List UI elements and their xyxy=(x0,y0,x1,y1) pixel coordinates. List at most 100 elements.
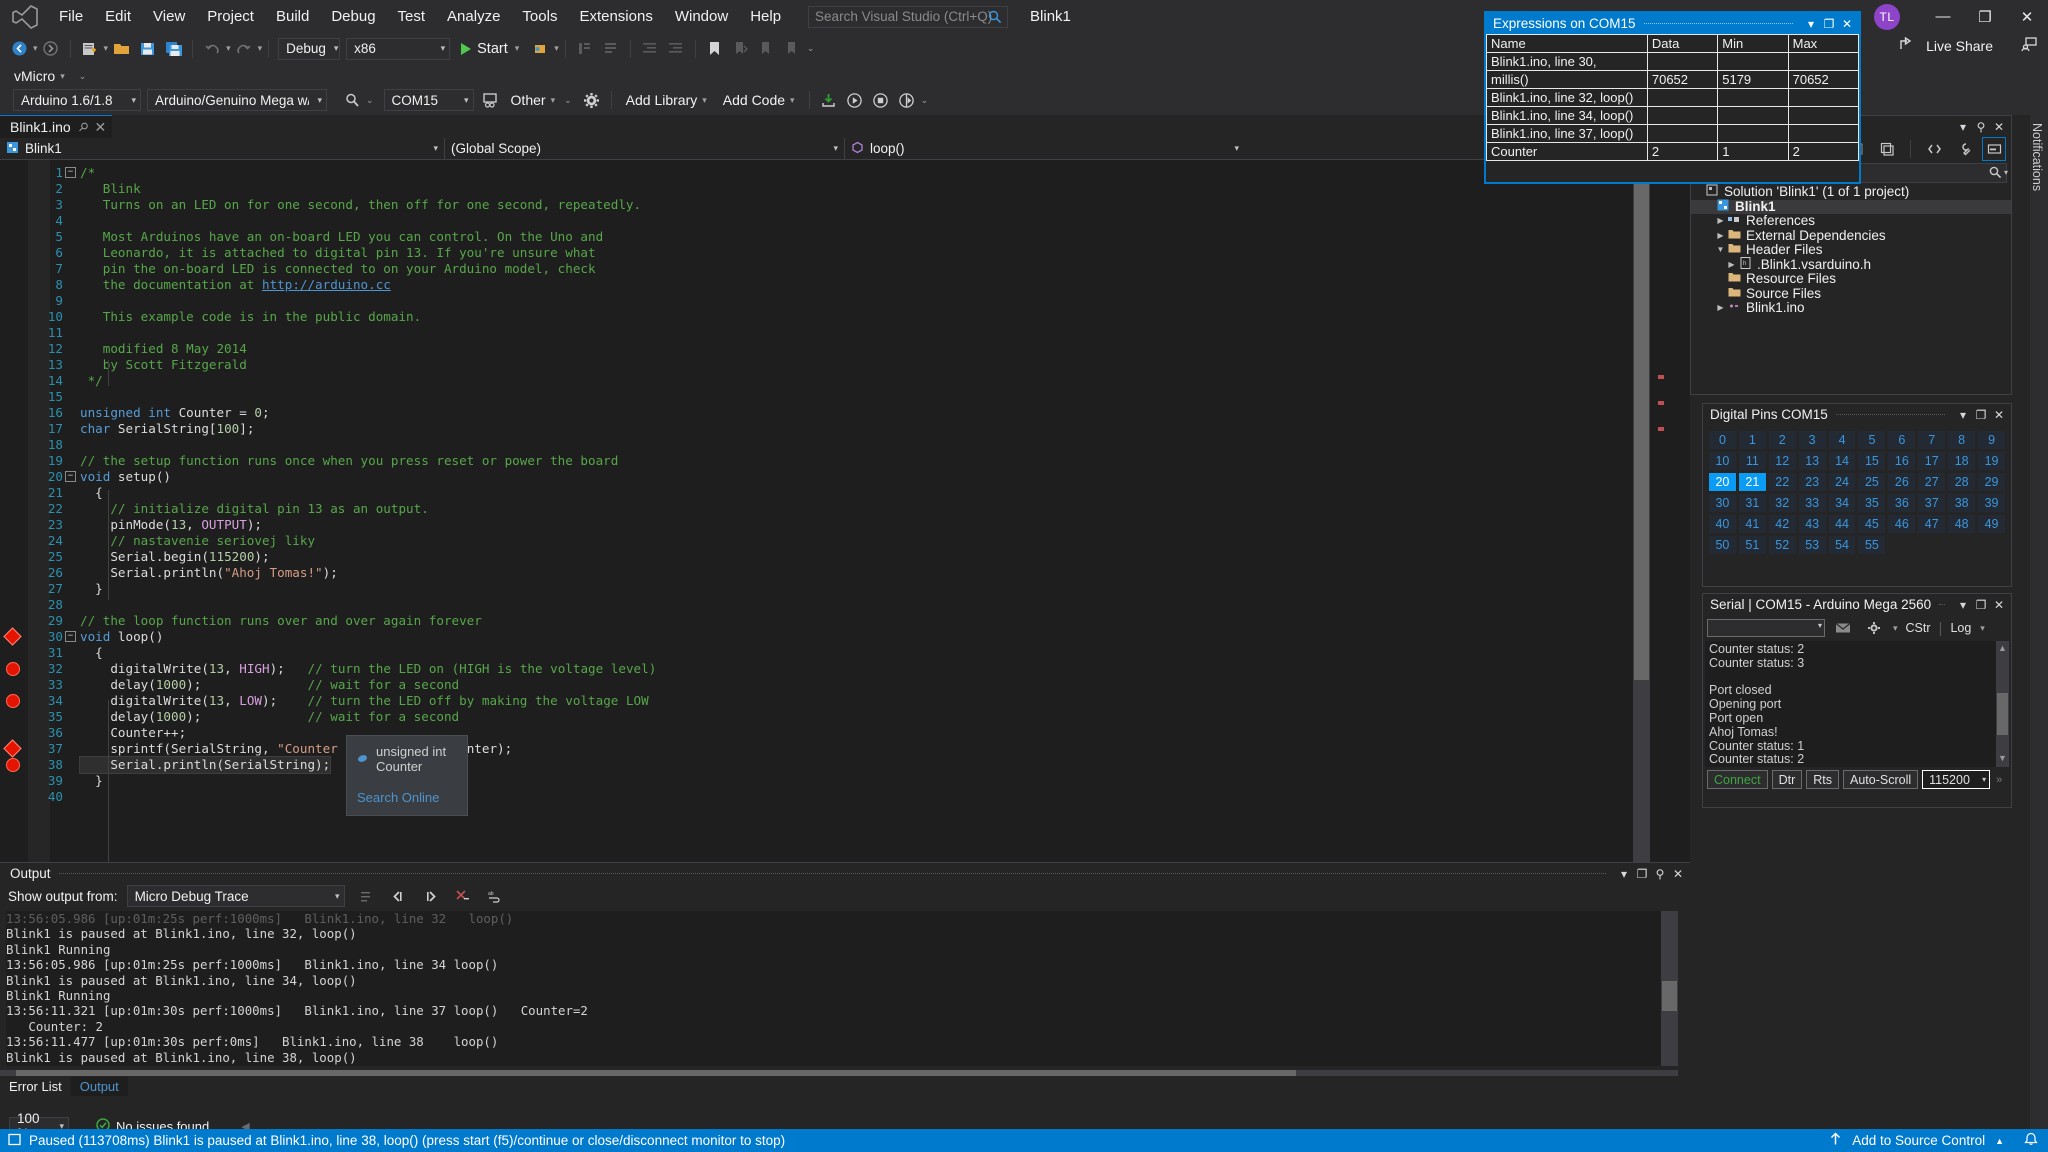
menu-item-view[interactable]: View xyxy=(142,4,196,29)
solution-configuration-combo[interactable]: Debug ▾ xyxy=(278,37,341,60)
code-line[interactable]: 25 Serial.begin(115200); xyxy=(0,549,1650,565)
close-icon[interactable]: ✕ xyxy=(95,119,107,136)
digital-pin[interactable]: 34 xyxy=(1828,494,1856,512)
code-line[interactable]: 11 xyxy=(0,325,1650,341)
digital-pin[interactable]: 43 xyxy=(1798,515,1826,533)
expressions-column-header[interactable]: Max xyxy=(1787,34,1860,53)
digital-pin[interactable]: 39 xyxy=(1978,494,2005,512)
solution-explorer-node[interactable]: ▶ External Dependencies xyxy=(1691,228,2011,244)
code-line[interactable]: 3 Turns on an LED on for one second, the… xyxy=(0,197,1650,213)
float-icon[interactable]: ❐ xyxy=(1634,867,1650,881)
digital-pin[interactable]: 16 xyxy=(1888,452,1916,470)
output-source-combo[interactable]: Micro Debug Trace ▾ xyxy=(126,885,345,907)
chevron-down-icon[interactable]: ▾ xyxy=(2004,168,2008,177)
digital-pin[interactable]: 14 xyxy=(1828,452,1856,470)
menu-item-test[interactable]: Test xyxy=(387,4,437,29)
digital-pin[interactable]: 24 xyxy=(1828,473,1856,491)
maximize-icon[interactable]: ❐ xyxy=(1821,17,1837,31)
code-line[interactable]: 35 delay(1000); // wait for a second xyxy=(0,709,1650,725)
code-line[interactable]: 28 xyxy=(0,597,1650,613)
digital-pin[interactable]: 4 xyxy=(1828,431,1856,449)
code-line[interactable]: 21 { xyxy=(0,485,1650,501)
breakpoint-icon[interactable] xyxy=(6,694,20,708)
close-icon[interactable]: ✕ xyxy=(1991,120,2007,134)
close-icon[interactable]: ✕ xyxy=(1670,867,1686,881)
close-button[interactable]: ✕ xyxy=(2006,0,2048,33)
go-to-previous-message-icon[interactable] xyxy=(387,884,411,908)
expressions-column-header[interactable]: Data xyxy=(1646,34,1719,53)
bookmark-clear-icon[interactable] xyxy=(781,37,805,61)
chevron-right-icon[interactable]: ▶ xyxy=(1726,258,1737,273)
new-project-dropdown-icon[interactable]: ▾ xyxy=(104,43,109,54)
menu-item-window[interactable]: Window xyxy=(664,4,739,29)
digital-pin[interactable]: 33 xyxy=(1798,494,1826,512)
solution-explorer-node[interactable]: ▶ Blink1.ino xyxy=(1691,300,2011,316)
board-search-overflow-icon[interactable]: ⌄ xyxy=(366,95,374,106)
digital-pin[interactable]: 47 xyxy=(1918,515,1946,533)
digital-pin[interactable]: 45 xyxy=(1858,515,1886,533)
step-out-icon[interactable] xyxy=(573,37,597,61)
live-share-label[interactable]: Live Share xyxy=(1926,38,1993,54)
menu-item-debug[interactable]: Debug xyxy=(320,4,386,29)
menu-item-build[interactable]: Build xyxy=(265,4,320,29)
auto-scroll-button[interactable]: Auto-Scroll xyxy=(1842,770,1919,789)
expressions-row[interactable]: millis() 70652 5179 70652 xyxy=(1486,70,1860,89)
code-line[interactable]: 32 digitalWrite(13, HIGH); // turn the L… xyxy=(0,661,1650,677)
start-dropdown-icon[interactable]: ▾ xyxy=(515,43,520,54)
code-line[interactable]: 37 sprintf(SerialString, "Counter status… xyxy=(0,741,1650,757)
code-line[interactable]: 12 modified 8 May 2014 xyxy=(0,341,1650,357)
send-icon[interactable] xyxy=(1831,616,1855,640)
digital-pin[interactable]: 20 xyxy=(1709,473,1736,491)
code-editor[interactable]: 1−/* 2 Blink 3 Turns on an LED on for one … xyxy=(0,160,1690,862)
code-line[interactable]: 2 Blink xyxy=(0,181,1650,197)
code-line[interactable]: 16 unsigned int Counter = 0; xyxy=(0,405,1650,421)
solution-explorer-node[interactable]: ▶ h .Blink1.vsarduino.h xyxy=(1691,256,2011,273)
digital-pin[interactable]: 32 xyxy=(1768,494,1796,512)
toggle-word-wrap-icon[interactable]: ab xyxy=(483,884,507,908)
gear-icon[interactable] xyxy=(580,88,604,112)
code-line[interactable]: 18 xyxy=(0,437,1650,453)
baud-rate-combo[interactable]: 115200 ▾ xyxy=(1922,770,1991,789)
navigate-backward-icon[interactable] xyxy=(7,37,31,61)
digital-pin[interactable]: 51 xyxy=(1738,536,1766,554)
start-debug-button[interactable]: Start ▾ xyxy=(453,37,527,61)
serial-settings-gear-icon[interactable] xyxy=(1862,616,1886,640)
chevron-up-icon[interactable]: ▲ xyxy=(1995,1136,2004,1146)
fold-toggle-icon[interactable]: − xyxy=(65,167,76,178)
digital-pin[interactable]: 1 xyxy=(1738,431,1766,449)
digital-pin[interactable]: 18 xyxy=(1948,452,1976,470)
code-line[interactable]: 4 xyxy=(0,213,1650,229)
expressions-title-bar[interactable]: Expressions on COM15 ▾ ❐ ✕ xyxy=(1486,13,1859,34)
menu-item-edit[interactable]: Edit xyxy=(94,4,142,29)
code-line[interactable]: 24 // nastavenie seriovej liky xyxy=(0,533,1650,549)
editor-vertical-scrollbar[interactable] xyxy=(1633,160,1650,862)
properties-icon[interactable] xyxy=(1952,137,1976,161)
minimize-button[interactable]: — xyxy=(1922,0,1964,33)
digital-pin[interactable]: 11 xyxy=(1738,452,1766,470)
digital-pin[interactable]: 17 xyxy=(1918,452,1946,470)
pin-icon[interactable]: ⚲ xyxy=(1973,120,1989,134)
other-overflow-icon[interactable]: ⌄ xyxy=(564,95,572,106)
code-lines-container[interactable]: 1−/* 2 Blink 3 Turns on an LED on for one … xyxy=(0,165,1650,805)
chevron-down-icon[interactable]: ▾ xyxy=(1955,120,1971,134)
document-tab-blink1[interactable]: Blink1.ino ⚲ ✕ xyxy=(0,115,113,138)
code-line[interactable]: 31 { xyxy=(0,645,1650,661)
code-line[interactable]: 22 // initialize digital pin 13 as an ou… xyxy=(0,501,1650,517)
code-line[interactable]: 1−/* xyxy=(0,165,1650,181)
digital-pin[interactable]: 41 xyxy=(1738,515,1766,533)
solution-explorer-node[interactable]: Solution 'Blink1' (1 of 1 project) xyxy=(1691,184,2011,200)
arduino-ide-version-combo[interactable]: Arduino 1.6/1.8 ▾ xyxy=(13,89,141,111)
serial-send-input[interactable]: ▾ xyxy=(1707,619,1825,637)
back-dropdown-icon[interactable]: ▾ xyxy=(33,43,38,54)
breakpoint-icon[interactable] xyxy=(6,758,20,772)
float-icon[interactable]: ❐ xyxy=(1973,598,1989,612)
solution-explorer-tree[interactable]: Solution 'Blink1' (1 of 1 project) Blink1… xyxy=(1691,184,2011,316)
board-search-icon[interactable] xyxy=(340,88,364,112)
nav-project-combo[interactable]: Blink1 ▾ xyxy=(0,137,445,160)
digital-pin[interactable]: 46 xyxy=(1888,515,1916,533)
expressions-row[interactable]: Blink1.ino, line 34, loop() xyxy=(1486,106,1860,125)
scroll-up-arrow-icon[interactable]: ▲ xyxy=(1998,642,2007,656)
nav-member-combo[interactable]: loop() ▾ xyxy=(845,138,1245,160)
expressions-row[interactable]: Blink1.ino, line 30, xyxy=(1486,52,1860,71)
code-line[interactable]: 7 pin the on-board LED is connected to o… xyxy=(0,261,1650,277)
